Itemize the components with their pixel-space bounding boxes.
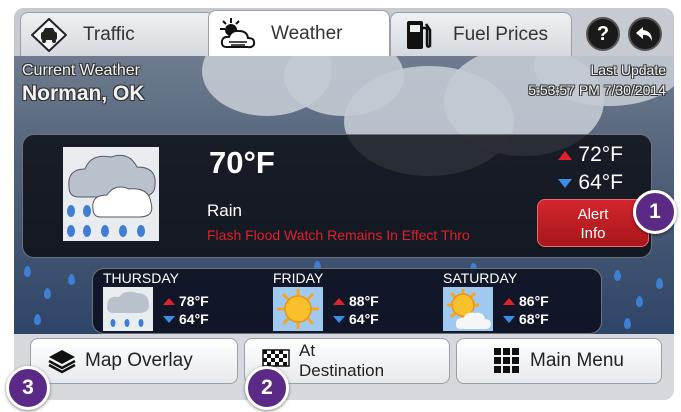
main-menu-label: Main Menu: [530, 350, 624, 371]
alert-info-label-line2: Info: [580, 225, 606, 242]
weather-panel: Current Weather Norman, OK Last Update 5…: [14, 56, 674, 334]
rain-cloud-icon: [103, 287, 153, 331]
forecast-low: 64°F: [163, 311, 209, 327]
raindrop: [44, 288, 51, 299]
fuel-pump-icon: [399, 18, 439, 52]
low-arrow-icon: [163, 315, 175, 323]
forecast-high: 78°F: [163, 293, 209, 309]
today-low-value: 64°F: [578, 171, 623, 194]
forecast-high-value: 86°F: [519, 293, 549, 309]
tab-bar: Traffic Fuel Prices Weather ?: [14, 8, 674, 56]
layers-icon: [48, 350, 76, 374]
forecast-low-value: 64°F: [349, 311, 379, 327]
forecast-high: 88°F: [333, 293, 379, 309]
grid-menu-icon: [494, 348, 519, 373]
raindrop: [34, 314, 41, 325]
forecast-day: THURSDAY 78°F 64°F: [93, 269, 263, 334]
tab-fuel-label: Fuel Prices: [453, 23, 549, 45]
forecast-day-name: FRIDAY: [273, 270, 324, 286]
current-location: Norman, OK: [22, 82, 145, 105]
last-update-label: Last Update: [590, 62, 667, 78]
forecast-high-value: 78°F: [179, 293, 209, 309]
current-condition: Rain: [207, 201, 242, 220]
forecast-low-value: 64°F: [179, 311, 209, 327]
back-button[interactable]: [628, 17, 662, 51]
alert-message: Flash Flood Watch Remains In Effect Thro: [207, 227, 470, 243]
high-arrow-icon: [503, 297, 515, 305]
map-overlay-label: Map Overlay: [85, 350, 193, 371]
at-destination-line1: At: [299, 341, 316, 360]
today-high-value: 72°F: [578, 143, 623, 166]
current-temperature: 70°F: [209, 145, 275, 180]
callout-marker-1: 1: [633, 190, 677, 234]
back-arrow-icon: [636, 27, 652, 41]
rain-cloud-icon: [63, 147, 159, 241]
tab-traffic-label: Traffic: [83, 23, 135, 45]
forecast-day: FRIDAY 88°F 64°F: [263, 269, 433, 334]
forecast-high: 86°F: [503, 293, 549, 309]
raindrop: [656, 278, 663, 289]
callout-marker-3: 3: [6, 366, 50, 410]
alert-info-button[interactable]: Alert Info: [537, 199, 649, 247]
tab-traffic[interactable]: Traffic: [20, 12, 214, 56]
device-screen: Traffic Fuel Prices Weather ? Current We…: [14, 8, 674, 400]
callout-marker-2: 2: [245, 366, 289, 410]
forecast-low: 64°F: [333, 311, 379, 327]
raindrop: [636, 296, 643, 307]
forecast-day-name: THURSDAY: [103, 270, 179, 286]
car-warning-icon: [29, 17, 69, 52]
low-arrow-icon: [503, 315, 515, 323]
raindrop: [24, 266, 31, 277]
low-arrow-icon: [333, 315, 345, 323]
current-conditions-panel: 70°F Rain Flash Flood Watch Remains In E…: [22, 134, 652, 258]
current-weather-title: Current Weather: [22, 62, 140, 79]
partly-cloudy-icon: [443, 287, 493, 331]
high-arrow-icon: [333, 297, 345, 305]
today-low: 64°F: [558, 171, 623, 195]
raindrop: [614, 270, 621, 281]
low-arrow-icon: [558, 178, 573, 188]
tab-weather[interactable]: Weather: [208, 10, 390, 56]
high-arrow-icon: [163, 297, 175, 305]
today-high: 72°F: [558, 143, 623, 167]
forecast-high-value: 88°F: [349, 293, 379, 309]
map-overlay-button[interactable]: Map Overlay: [30, 338, 238, 384]
raindrop: [624, 318, 631, 329]
tab-fuel-prices[interactable]: Fuel Prices: [390, 12, 572, 56]
help-button[interactable]: ?: [586, 17, 620, 51]
main-menu-button[interactable]: Main Menu: [456, 338, 662, 384]
sun-cloud-icon: [217, 17, 257, 51]
alert-info-label-line1: Alert: [577, 206, 609, 223]
at-destination-label: At Destination: [299, 341, 384, 381]
last-update-time: 5:53:57 PM 7/30/2014: [528, 82, 666, 98]
high-arrow-icon: [558, 150, 573, 160]
tab-weather-label: Weather: [271, 22, 343, 44]
forecast-day-name: SATURDAY: [443, 270, 518, 286]
forecast-panel: THURSDAY 78°F 64°F FRIDAY 88°F 64°F SATU…: [92, 268, 602, 334]
forecast-low-value: 68°F: [519, 311, 549, 327]
help-icon: ?: [596, 22, 610, 45]
sun-icon: [273, 287, 323, 331]
forecast-day: SATURDAY 86°F 68°F: [433, 269, 603, 334]
raindrop: [68, 274, 75, 285]
forecast-low: 68°F: [503, 311, 549, 327]
at-destination-line2: Destination: [299, 361, 385, 380]
bottom-bar: Map Overlay At Destination Main Menu: [14, 334, 674, 400]
